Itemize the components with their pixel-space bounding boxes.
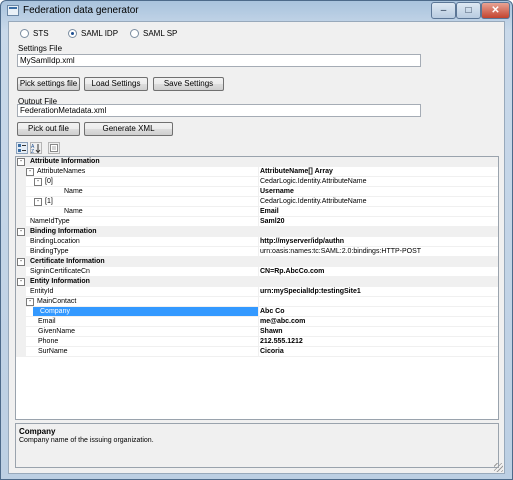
grid-row-gutter <box>16 177 26 187</box>
app-icon <box>7 5 19 16</box>
grid-category-label: Entity Information <box>30 278 90 285</box>
grid-property-row[interactable]: - [0] CedarLogic.Identity.AttributeName <box>16 177 498 187</box>
maximize-button[interactable]: □ <box>456 2 481 19</box>
title-bar[interactable]: Federation data generator – □ ✕ <box>1 1 512 21</box>
grid-category-row[interactable]: - Attribute Information <box>16 157 498 167</box>
property-grid-toolbar: AZ <box>15 141 499 156</box>
property-grid[interactable]: - Attribute Information - AttributeNames Att… <box>15 156 499 420</box>
grid-row-gutter <box>16 197 26 207</box>
settings-file-label: Settings File <box>18 44 63 53</box>
minimize-button[interactable]: – <box>431 2 456 19</box>
grid-category-row[interactable]: - Binding Information <box>16 227 498 237</box>
grid-property-row[interactable]: Phone 212.555.1212 <box>16 337 498 347</box>
categorized-icon[interactable] <box>16 142 28 154</box>
grid-property-row[interactable]: BindingLocation http://myserver/idp/authn <box>16 237 498 247</box>
property-description-pane: Company Company name of the issuing orga… <box>15 423 499 468</box>
grid-row-gutter <box>16 347 26 357</box>
grid-property-row[interactable]: Name Email <box>16 207 498 217</box>
form-client-area: STS SAML IDP SAML SP Settings File MySam… <box>8 21 505 474</box>
collapse-icon[interactable]: - <box>26 168 34 176</box>
grid-row-gutter <box>16 297 26 307</box>
radio-sts-label: STS <box>33 29 49 38</box>
collapse-icon[interactable]: - <box>17 278 25 286</box>
grid-property-row[interactable]: NameIdType Saml20 <box>16 217 498 227</box>
window-title: Federation data generator <box>23 5 139 16</box>
grid-property-row[interactable]: EntityId urn:mySpecialIdp:testingSite1 <box>16 287 498 297</box>
grid-property-row[interactable]: SigninCertificateCn CN=Rp.AbcCo.com <box>16 267 498 277</box>
radio-saml-idp-dot[interactable] <box>68 29 77 38</box>
radio-saml-idp[interactable]: SAML IDP <box>68 29 118 38</box>
radio-sts[interactable]: STS <box>20 29 49 38</box>
grid-property-row[interactable]: Email me@abc.com <box>16 317 498 327</box>
collapse-icon[interactable]: - <box>34 178 42 186</box>
radio-saml-idp-label: SAML IDP <box>81 29 119 38</box>
grid-property-row[interactable]: BindingType urn:oasis:names:tc:SAML:2.0:b… <box>16 247 498 257</box>
grid-property-row[interactable]: - [1] CedarLogic.Identity.AttributeName <box>16 197 498 207</box>
radio-saml-sp-label: SAML SP <box>143 29 178 38</box>
save-settings-button[interactable]: Save Settings <box>153 77 224 91</box>
generate-xml-button[interactable]: Generate XML <box>84 122 173 136</box>
sort-az-icon[interactable]: AZ <box>30 142 42 155</box>
grid-row-gutter <box>16 317 26 327</box>
grid-row-gutter <box>16 167 26 177</box>
collapse-icon[interactable]: - <box>17 228 25 236</box>
grid-property-row[interactable]: Company Abc Co <box>16 307 498 317</box>
grid-row-gutter <box>16 327 26 337</box>
grid-category-label: Binding Information <box>30 228 97 235</box>
grid-property-row[interactable]: - AttributeNames AttributeName[] Array <box>16 167 498 177</box>
settings-file-input[interactable]: MySamlIdp.xml <box>17 54 421 67</box>
collapse-icon[interactable]: - <box>17 258 25 266</box>
grid-row-gutter <box>16 247 26 257</box>
pick-out-file-button[interactable]: Pick out file <box>17 122 80 136</box>
grid-property-row[interactable]: Name Username <box>16 187 498 197</box>
load-settings-button[interactable]: Load Settings <box>84 77 148 91</box>
grid-property-row[interactable]: - MainContact <box>16 297 498 307</box>
output-file-input[interactable]: FederationMetadata.xml <box>17 104 421 117</box>
app-window: Federation data generator – □ ✕ STS SAML… <box>0 0 513 480</box>
resize-grip[interactable] <box>494 463 503 472</box>
description-title: Company <box>19 427 56 436</box>
collapse-icon[interactable]: - <box>34 198 42 206</box>
description-text: Company name of the issuing organization… <box>19 437 154 444</box>
collapse-icon[interactable]: - <box>26 298 34 306</box>
grid-row-gutter <box>16 307 26 317</box>
svg-text:Z: Z <box>31 149 34 153</box>
radio-saml-sp-dot[interactable] <box>130 29 139 38</box>
radio-sts-dot[interactable] <box>20 29 29 38</box>
grid-row-gutter <box>16 237 26 247</box>
grid-row-gutter <box>16 207 26 217</box>
grid-row-gutter <box>16 287 26 297</box>
close-button[interactable]: ✕ <box>481 2 510 19</box>
radio-saml-sp[interactable]: SAML SP <box>130 29 177 38</box>
property-pages-icon[interactable] <box>48 142 60 154</box>
grid-category-row[interactable]: - Certificate Information <box>16 257 498 267</box>
grid-row-divider <box>26 356 498 357</box>
grid-category-label: Attribute Information <box>30 158 100 165</box>
grid-category-row[interactable]: - Entity Information <box>16 277 498 287</box>
grid-row-gutter <box>16 187 26 197</box>
grid-row-gutter <box>16 337 26 347</box>
grid-property-row[interactable]: SurName Cicoria <box>16 347 498 357</box>
collapse-icon[interactable]: - <box>17 158 25 166</box>
grid-row-gutter <box>16 267 26 277</box>
grid-row-gutter <box>16 217 26 227</box>
grid-property-row[interactable]: GivenName Shawn <box>16 327 498 337</box>
pick-settings-file-button[interactable]: Pick settings file <box>17 77 80 91</box>
grid-category-label: Certificate Information <box>30 258 105 265</box>
